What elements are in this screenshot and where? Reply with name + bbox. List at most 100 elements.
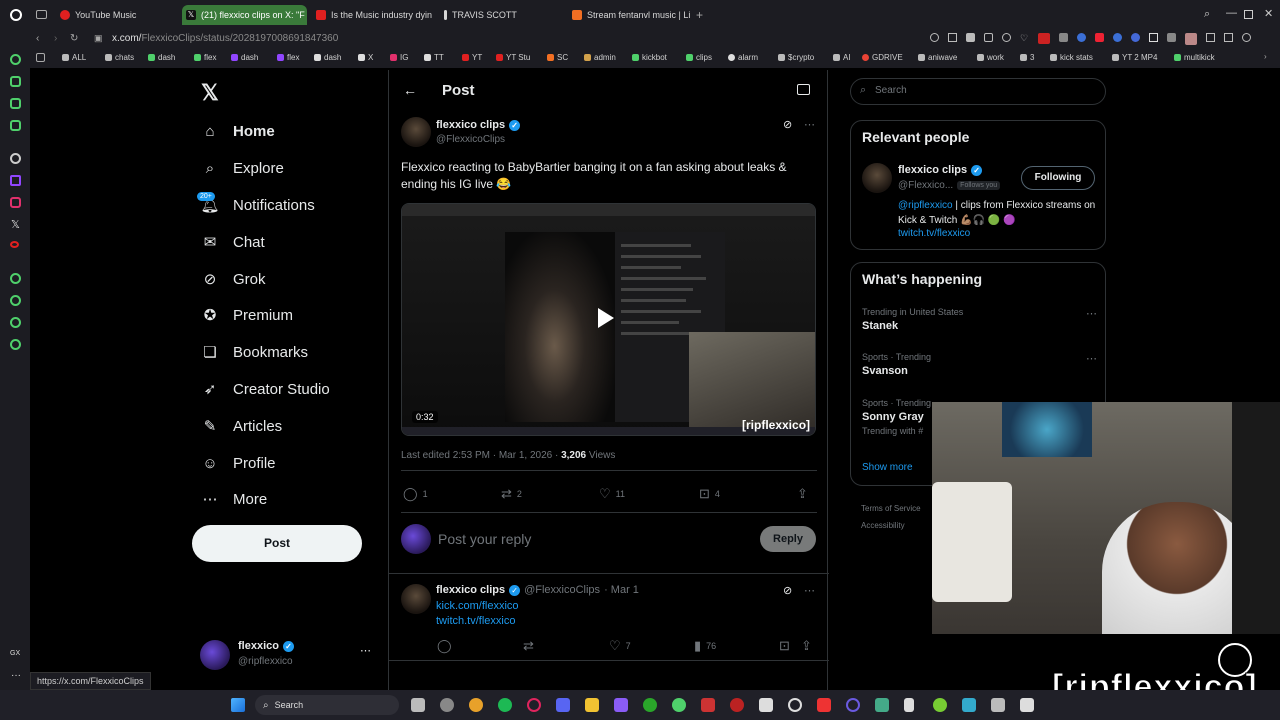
trend-more-icon[interactable]: ⋯ [1086,352,1097,365]
bookmark-item[interactable]: aniwave [918,53,957,62]
bookmark-item[interactable]: multikick [1174,53,1215,62]
bookmark-item[interactable]: SC [547,53,568,62]
sidebar-app-icon[interactable] [10,76,21,87]
chatgpt-icon[interactable] [10,153,21,164]
bookmark-item[interactable]: dash [314,53,341,62]
back-arrow-icon[interactable]: ← [403,82,417,98]
bookmark-item[interactable]: ALL [62,53,86,62]
sidebar-app-icon[interactable] [10,98,21,109]
reply-action[interactable]: ◯ 1 [403,486,428,502]
nav-profile[interactable]: ☺ Profile [201,454,275,472]
bookmark-item[interactable]: dash [231,53,258,62]
x-logo-icon[interactable]: 𝕏 [201,80,219,106]
instagram-icon[interactable] [10,197,21,208]
minimize-icon[interactable]: — [1226,7,1237,19]
reply-author-handle[interactable]: @FlexxicoClips [524,584,600,596]
bookmark-action[interactable]: ⊡ 4 [699,486,720,502]
nav-chat[interactable]: ✉ Chat [201,233,265,252]
reply-repost-action[interactable]: ⇄ [523,638,539,654]
bookmark-item[interactable]: AI [833,53,851,62]
tab-stream-music[interactable]: Stream fentanvl music | Lis [568,5,690,25]
new-tab-icon[interactable]: + [696,8,703,22]
bookmark-item[interactable]: admin [584,53,616,62]
file-explorer-icon[interactable] [585,698,599,712]
grok-action-icon[interactable]: ⊘ [783,584,792,597]
author-handle[interactable]: @FlexxicoClips [436,134,505,145]
history-icon[interactable] [10,295,21,306]
nav-more[interactable]: ⋯ More [201,490,268,509]
bookmark-item[interactable]: flex [194,53,216,62]
bookmark-item[interactable]: chats [105,53,134,62]
taskbar-app-icon[interactable] [672,698,686,712]
reply-bookmark-action[interactable]: ⊡ [779,638,795,654]
taskbar-app-icon[interactable] [759,698,773,712]
person-handle[interactable]: @Flexxico... [898,180,953,191]
bookmarks-folder-icon[interactable] [36,53,45,62]
twitch-link[interactable]: twitch.tv/flexxico [436,615,515,627]
taskbar-app-icon[interactable] [1020,698,1034,712]
bookmark-item[interactable]: kickbot [632,53,667,62]
bookmark-item[interactable]: YT [462,53,482,62]
nav-premium[interactable]: ✪ Premium [201,306,293,325]
chrome-icon[interactable] [469,698,483,712]
audio-icon[interactable] [904,698,914,712]
reply-share-action[interactable]: ⇪ [801,638,817,654]
task-view-icon[interactable] [411,698,425,712]
account-switcher[interactable]: flexxico ✓ @ripflexxico ⋯ [200,640,375,672]
bookmark-item[interactable]: flex [277,53,299,62]
site-info-icon[interactable]: ▣ [94,33,103,44]
reply-more-icon[interactable]: ⋯ [804,584,815,597]
post-more-icon[interactable]: ⋯ [804,118,815,131]
settings-icon[interactable] [10,339,21,350]
taskbar-search[interactable]: ⌕ Search [255,695,399,715]
bookmark-item[interactable]: dash [148,53,175,62]
author-name[interactable]: flexxico clips [436,119,505,131]
nav-notifications[interactable]: 🔔︎ Notifications [200,196,314,215]
show-more-link[interactable]: Show more [862,462,913,473]
bookmark-item[interactable]: kick stats [1050,53,1093,62]
bookmark-item[interactable]: X [358,53,373,62]
like-action[interactable]: ♡ 11 [599,486,625,502]
x-sidebar-icon[interactable]: 𝕏 [11,218,20,231]
trend-more-icon[interactable]: ⋯ [1086,307,1097,320]
sidebar-more-icon[interactable]: ··· [11,670,21,681]
footer-accessibility[interactable]: Accessibility [861,521,905,530]
search-tabs-icon[interactable]: ⌕ [1204,8,1210,21]
gx-icon[interactable]: GX [10,650,20,657]
nav-explore[interactable]: ⌕ Explore [201,159,284,177]
nav-articles[interactable]: ✎ Articles [201,417,282,436]
following-button[interactable]: Following [1021,166,1095,190]
trend-item[interactable]: Trending in United States Stanek ⋯ [862,307,1098,332]
close-window-icon[interactable]: ✕ [1264,7,1273,20]
taskbar-app-icon[interactable] [614,698,628,712]
bio-url[interactable]: twitch.tv/flexxico [898,228,970,239]
play-icon[interactable] [598,308,614,328]
nav-home[interactable]: ⌂ Home [201,122,274,140]
reply-date[interactable]: · Mar 1 [604,584,639,596]
tab-youtube-music[interactable]: YouTube Music [56,5,176,25]
bookmark-item[interactable]: work [977,53,1004,62]
opera-flow-icon[interactable] [10,54,21,65]
taskbar-app-icon[interactable] [875,698,889,712]
taskbar-app-icon[interactable] [991,698,1005,712]
chatgpt-icon[interactable] [788,698,802,712]
taskbar-app-icon[interactable] [933,698,947,712]
taskbar-app-icon[interactable] [440,698,454,712]
discord-icon[interactable] [556,698,570,712]
footer-terms[interactable]: Terms of Service [861,504,921,513]
spotify-icon[interactable] [498,698,512,712]
nav-bookmarks[interactable]: ❏ Bookmarks [201,343,308,362]
tab-overview-icon[interactable] [36,10,47,19]
reply-views-action[interactable]: ▮ 76 [694,638,716,654]
taskbar-app-icon[interactable] [846,698,860,712]
bio-mention[interactable]: @ripflexxico [898,200,953,211]
kick-link[interactable]: kick.com/flexxico [436,600,519,612]
sidebar-tool-icon[interactable] [10,273,21,284]
bookmark-item[interactable]: $crypto [778,53,814,62]
bookmark-item[interactable]: IG [390,53,408,62]
bookmark-item[interactable]: TT [424,53,444,62]
trend-item[interactable]: Sports · Trending Svanson ⋯ [862,352,1098,377]
bookmark-item[interactable]: YT 2 MP4 [1112,53,1157,62]
forward-icon[interactable]: › [54,33,57,44]
xbox-icon[interactable] [643,698,657,712]
